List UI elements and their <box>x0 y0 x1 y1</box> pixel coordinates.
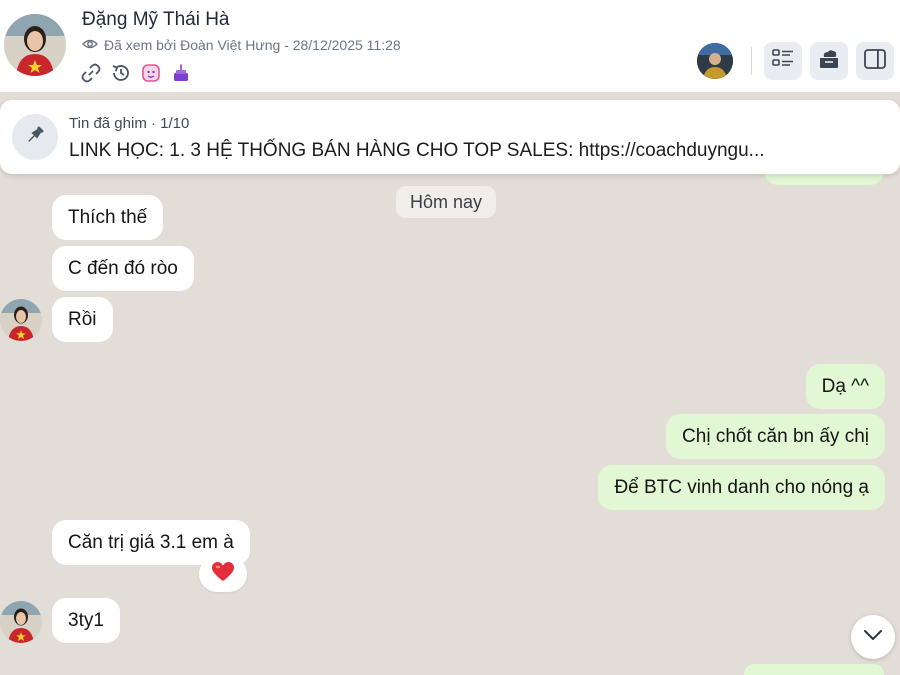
sidebar-panel-icon <box>863 48 887 75</box>
quick-actions <box>80 62 192 84</box>
date-separator: Hôm nay <box>396 186 497 218</box>
message-bubble[interactable]: C đến đó ròo <box>52 246 194 291</box>
pin-icon <box>24 124 46 151</box>
heart-reaction[interactable] <box>199 556 247 592</box>
contact-avatar[interactable] <box>4 14 66 76</box>
header-actions <box>697 42 894 80</box>
next-outgoing-bubble <box>744 664 884 675</box>
message-bubble[interactable]: Chị chốt căn bn ấy chị <box>666 414 885 459</box>
seen-status: Đã xem bởi Đoàn Việt Hưng - 28/12/2025 1… <box>82 37 401 53</box>
scroll-to-bottom-button[interactable] <box>851 615 895 659</box>
chat-header: Đặng Mỹ Thái Hà Đã xem bởi Đoàn Việt Hưn… <box>0 0 900 92</box>
sender-avatar[interactable] <box>0 299 42 341</box>
heart-icon <box>211 561 235 588</box>
list-button[interactable] <box>764 42 802 80</box>
message-bubble[interactable]: Thích thế <box>52 195 164 240</box>
message-bubble[interactable]: Để BTC vinh danh cho nóng ạ <box>598 465 885 510</box>
cloud-tray-icon <box>817 48 841 75</box>
eye-icon <box>82 37 98 53</box>
link-icon[interactable] <box>80 62 102 84</box>
cloud-tray-button[interactable] <box>810 42 848 80</box>
contact-name: Đặng Mỹ Thái Hà <box>82 9 230 30</box>
avatar-icon[interactable] <box>140 62 162 84</box>
seen-text: Đã xem bởi Đoàn Việt Hưng - 28/12/2025 1… <box>104 37 401 53</box>
history-icon[interactable] <box>110 62 132 84</box>
cake-icon[interactable] <box>170 62 192 84</box>
pinned-title: Tin đã ghim · 1/10 <box>69 115 190 132</box>
list-icon <box>771 48 795 75</box>
member-avatar[interactable] <box>697 43 733 79</box>
chevron-down-icon <box>862 628 884 647</box>
message-bubble[interactable]: Dạ ^^ <box>805 364 885 409</box>
header-divider <box>751 47 752 75</box>
sender-avatar[interactable] <box>0 601 42 643</box>
sidebar-toggle-button[interactable] <box>856 42 894 80</box>
pinned-text: LINK HỌC: 1. 3 HỆ THỐNG BÁN HÀNG CHO TOP… <box>69 140 765 161</box>
message-bubble[interactable]: 3ty1 <box>52 598 120 643</box>
pinned-message-bar[interactable]: Tin đã ghim · 1/10 LINK HỌC: 1. 3 HỆ THỐ… <box>0 100 900 174</box>
pin-icon-wrap <box>12 114 58 160</box>
message-bubble[interactable]: Rồi <box>52 297 113 342</box>
